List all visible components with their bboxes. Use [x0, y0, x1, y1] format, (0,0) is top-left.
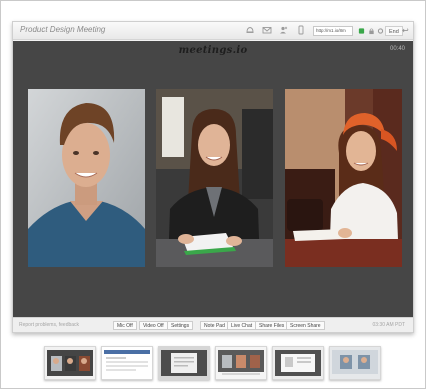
call-timer: 00:40: [389, 46, 405, 52]
thumbnail-meeting-list[interactable]: [101, 346, 153, 380]
participant-woman-headscarf-image: [285, 89, 402, 267]
toolbar-icons: [245, 25, 306, 35]
people-icon[interactable]: [279, 25, 289, 35]
video-tile-participant-2[interactable]: [156, 89, 273, 267]
thumbnail-chat[interactable]: [215, 346, 267, 380]
settings-icon[interactable]: [377, 27, 384, 35]
meeting-title: Product Design Meeting: [20, 25, 106, 34]
meeting-window: Product Design Meeting http://m1.io/8m E…: [12, 21, 414, 333]
thumbnail-screen-share[interactable]: [329, 346, 381, 380]
files-thumbnail-image: [273, 347, 323, 379]
participant-woman-desk-image: [156, 89, 273, 267]
video-off-button[interactable]: Video Off: [139, 321, 168, 330]
screen-share-thumbnail-image: [330, 347, 380, 379]
video-call-thumbnail-image: [45, 347, 95, 379]
lock-icon[interactable]: [368, 27, 375, 35]
video-stage: meetings.io 00:40: [13, 41, 413, 317]
note-pad-button[interactable]: Note Pad: [200, 321, 229, 330]
local-time: 03:30 AM PDT: [372, 322, 405, 328]
screenshot-thumbnail-strip: [44, 346, 384, 382]
share-files-button[interactable]: Share Files: [255, 321, 289, 330]
bell-icon[interactable]: [245, 25, 255, 35]
live-chat-button[interactable]: Live Chat: [227, 321, 257, 330]
thumbnail-files[interactable]: [272, 346, 324, 380]
bottom-toolbar: Report problems, feedback Mic Off Video …: [13, 317, 413, 332]
thumbnail-video-call[interactable]: [44, 346, 96, 380]
video-tile-participant-1[interactable]: [28, 89, 145, 267]
title-bar: Product Design Meeting http://m1.io/8m E…: [13, 22, 413, 40]
chat-thumbnail-image: [216, 347, 266, 379]
screen-share-button[interactable]: Screen Share: [286, 321, 325, 330]
participant-man-image: [28, 89, 145, 267]
mail-icon[interactable]: [262, 25, 272, 35]
thumbnail-notes[interactable]: [158, 346, 210, 380]
video-tile-participant-3[interactable]: [285, 89, 402, 267]
app-logo: meetings.io: [178, 45, 248, 56]
notes-thumbnail-image: [159, 347, 209, 379]
phone-icon[interactable]: [296, 25, 306, 35]
meeting-url-field[interactable]: http://m1.io/8m: [313, 26, 353, 36]
meeting-list-thumbnail-image: [102, 347, 152, 379]
leave-arrow-icon[interactable]: ↩: [402, 26, 409, 36]
record-icon[interactable]: [358, 27, 365, 35]
end-call-button[interactable]: End: [385, 26, 403, 36]
mic-off-button[interactable]: Mic Off: [113, 321, 137, 330]
settings-button[interactable]: Settings: [167, 321, 194, 330]
report-problems-link[interactable]: Report problems, feedback: [19, 322, 79, 328]
